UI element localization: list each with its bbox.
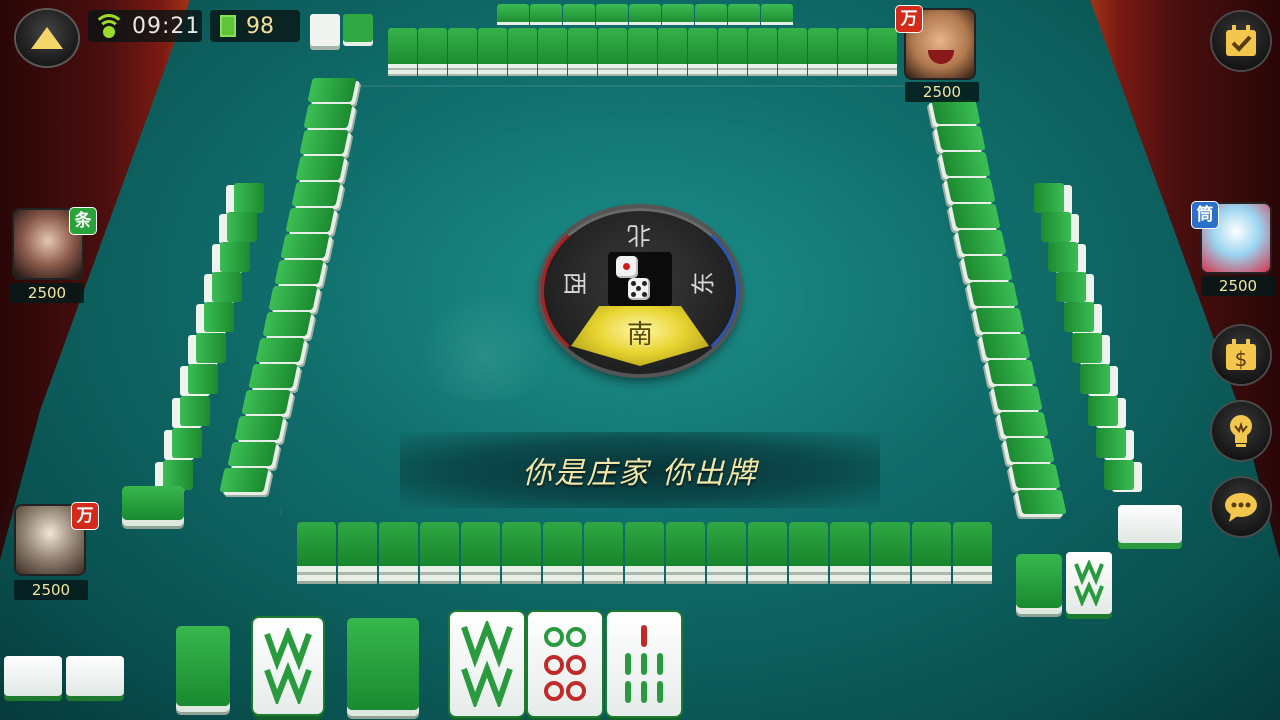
- chat-button[interactable]: [1212, 478, 1270, 536]
- up-arrow-icon: [31, 27, 63, 49]
- dealer-banner-text: 你是庄家 你出牌: [522, 456, 758, 491]
- top-player-hand-back: [343, 14, 373, 42]
- bamboo-8-icon: [264, 628, 312, 704]
- right-player-discard: [1118, 505, 1182, 543]
- shop-button[interactable]: $: [1212, 326, 1270, 384]
- suit-badge-right: 筒: [1192, 202, 1218, 228]
- top-wall-back: [497, 4, 794, 22]
- bamboo-8-icon: [461, 621, 513, 707]
- self-discard-bamboo-tile: [1066, 552, 1112, 614]
- suit-badge-top: 万: [896, 6, 922, 32]
- hint-button[interactable]: [1212, 402, 1270, 460]
- self-melded-tiles: [4, 656, 126, 700]
- speech-bubble-icon: [1225, 493, 1257, 522]
- suit-badge-self: 万: [72, 503, 98, 529]
- clock-time: 09:21: [132, 13, 201, 39]
- tiles-remaining-panel: 98: [210, 10, 300, 42]
- self-discard-back: [1016, 554, 1062, 608]
- score-left-player: 2500: [10, 283, 84, 303]
- lightbulb-icon: [1230, 415, 1252, 447]
- die-one: [616, 256, 638, 278]
- top-wall: [388, 28, 898, 64]
- self-kong-stack: [176, 626, 230, 706]
- tiles-remaining-count: 98: [246, 13, 274, 39]
- compass-south: 南: [626, 320, 653, 350]
- dots-8-icon: [544, 627, 586, 701]
- hand-tile-bamboo-8[interactable]: [450, 612, 524, 716]
- money-bag-icon: $: [1226, 339, 1256, 371]
- hand-tile-dots-8[interactable]: [528, 612, 602, 716]
- dice-tray: [608, 252, 672, 306]
- check-calendar-icon: [1226, 25, 1256, 56]
- tile-stack-icon: [220, 15, 236, 37]
- hand-tile-bamboo-8-small[interactable]: [253, 618, 323, 714]
- die-five: [628, 278, 650, 300]
- hand-tile-face-down[interactable]: [347, 618, 419, 710]
- lotus-decoration: [420, 290, 550, 400]
- left-player-discard: [122, 486, 184, 520]
- bottom-wall: [297, 522, 994, 566]
- dealer-banner: 你是庄家 你出牌: [400, 432, 880, 508]
- wind-compass: 北 西 东 南: [541, 208, 739, 374]
- top-player-discard: [310, 14, 340, 46]
- clock-panel: 09:21: [88, 10, 202, 42]
- compass-north: 北: [627, 221, 651, 249]
- wifi-icon: [93, 14, 125, 38]
- bamboo-7-icon: [625, 625, 663, 703]
- hand-tile-bamboo-7[interactable]: [607, 612, 681, 716]
- score-right-player: 2500: [1201, 276, 1275, 296]
- score-self: 2500: [14, 580, 88, 600]
- tasks-button[interactable]: [1212, 12, 1270, 70]
- score-top-player: 2500: [905, 82, 979, 102]
- menu-toggle-button[interactable]: [16, 10, 78, 66]
- svg-text:$: $: [1235, 347, 1248, 371]
- compass-west: 西: [560, 271, 589, 296]
- compass-east: 东: [689, 271, 718, 296]
- suit-badge-left: 条: [70, 208, 96, 234]
